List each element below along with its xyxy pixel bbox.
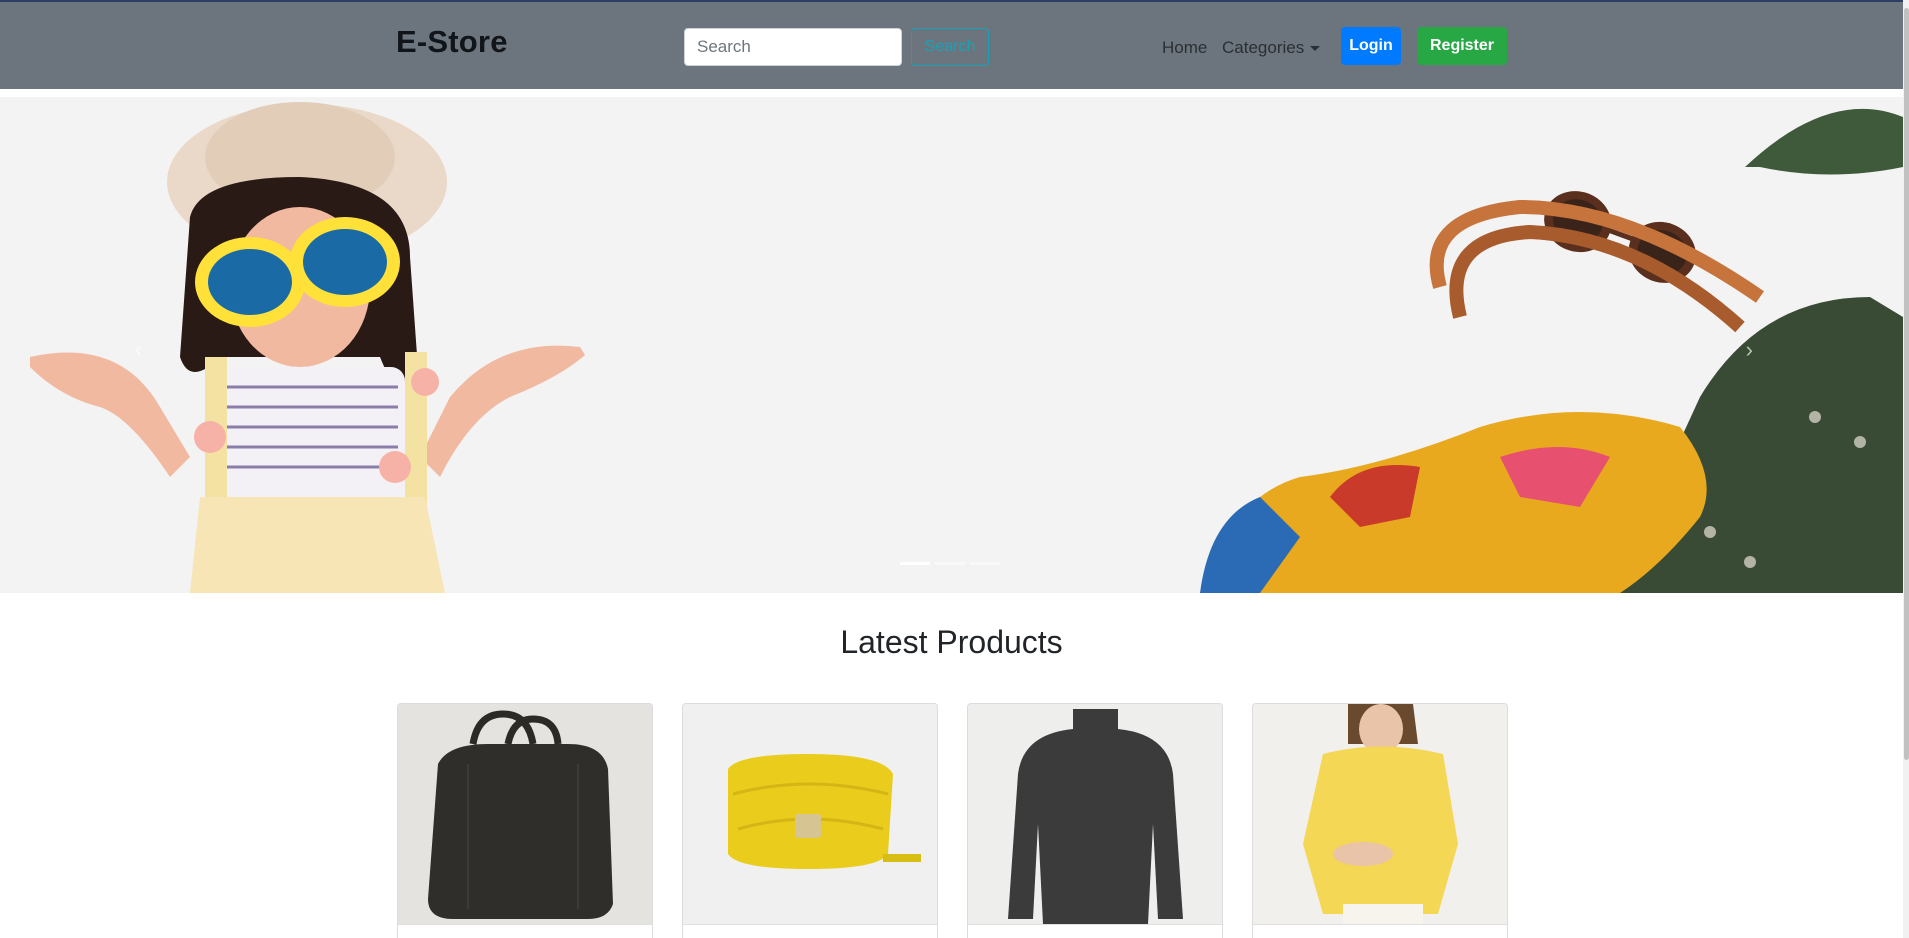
search-input[interactable] <box>684 28 902 66</box>
product-card[interactable] <box>397 703 653 938</box>
section-title: Latest Products <box>840 624 1063 660</box>
product-card-body <box>683 924 937 938</box>
carousel-indicator[interactable] <box>900 562 930 565</box>
product-image <box>968 704 1222 924</box>
product-image <box>683 704 937 924</box>
carousel-next-control[interactable]: › <box>1703 97 1903 593</box>
product-card-body <box>1253 924 1507 938</box>
nav-link-home[interactable]: Home <box>1162 38 1207 58</box>
chevron-right-icon: › <box>1745 337 1753 362</box>
search-button[interactable]: Search <box>911 28 989 66</box>
product-image <box>1253 704 1507 924</box>
product-card-body <box>398 924 652 938</box>
brand-logo[interactable]: E-Store <box>396 24 508 60</box>
product-card[interactable] <box>1252 703 1508 938</box>
carousel-indicator[interactable] <box>935 562 965 565</box>
nav-dropdown-categories[interactable]: Categories <box>1222 38 1321 58</box>
register-button[interactable]: Register <box>1417 27 1507 65</box>
product-card[interactable] <box>967 703 1223 938</box>
product-card-body <box>968 924 1222 938</box>
chevron-left-icon: ‹ <box>135 337 143 362</box>
carousel-indicators <box>900 562 1000 565</box>
hero-slide-image <box>0 97 1903 593</box>
hero-carousel: ‹ › <box>0 97 1903 593</box>
carousel-prev-control[interactable]: ‹ <box>0 97 200 593</box>
carousel-indicator[interactable] <box>970 562 1000 565</box>
caret-down-icon <box>1310 45 1321 51</box>
login-button[interactable]: Login <box>1341 27 1401 65</box>
nav-categories-label: Categories <box>1222 38 1305 57</box>
product-image <box>398 704 652 924</box>
scrollbar-thumb[interactable] <box>1904 8 1909 760</box>
navbar: E-Store Search Home Categories Login Reg… <box>0 2 1903 89</box>
product-card[interactable] <box>682 703 938 938</box>
